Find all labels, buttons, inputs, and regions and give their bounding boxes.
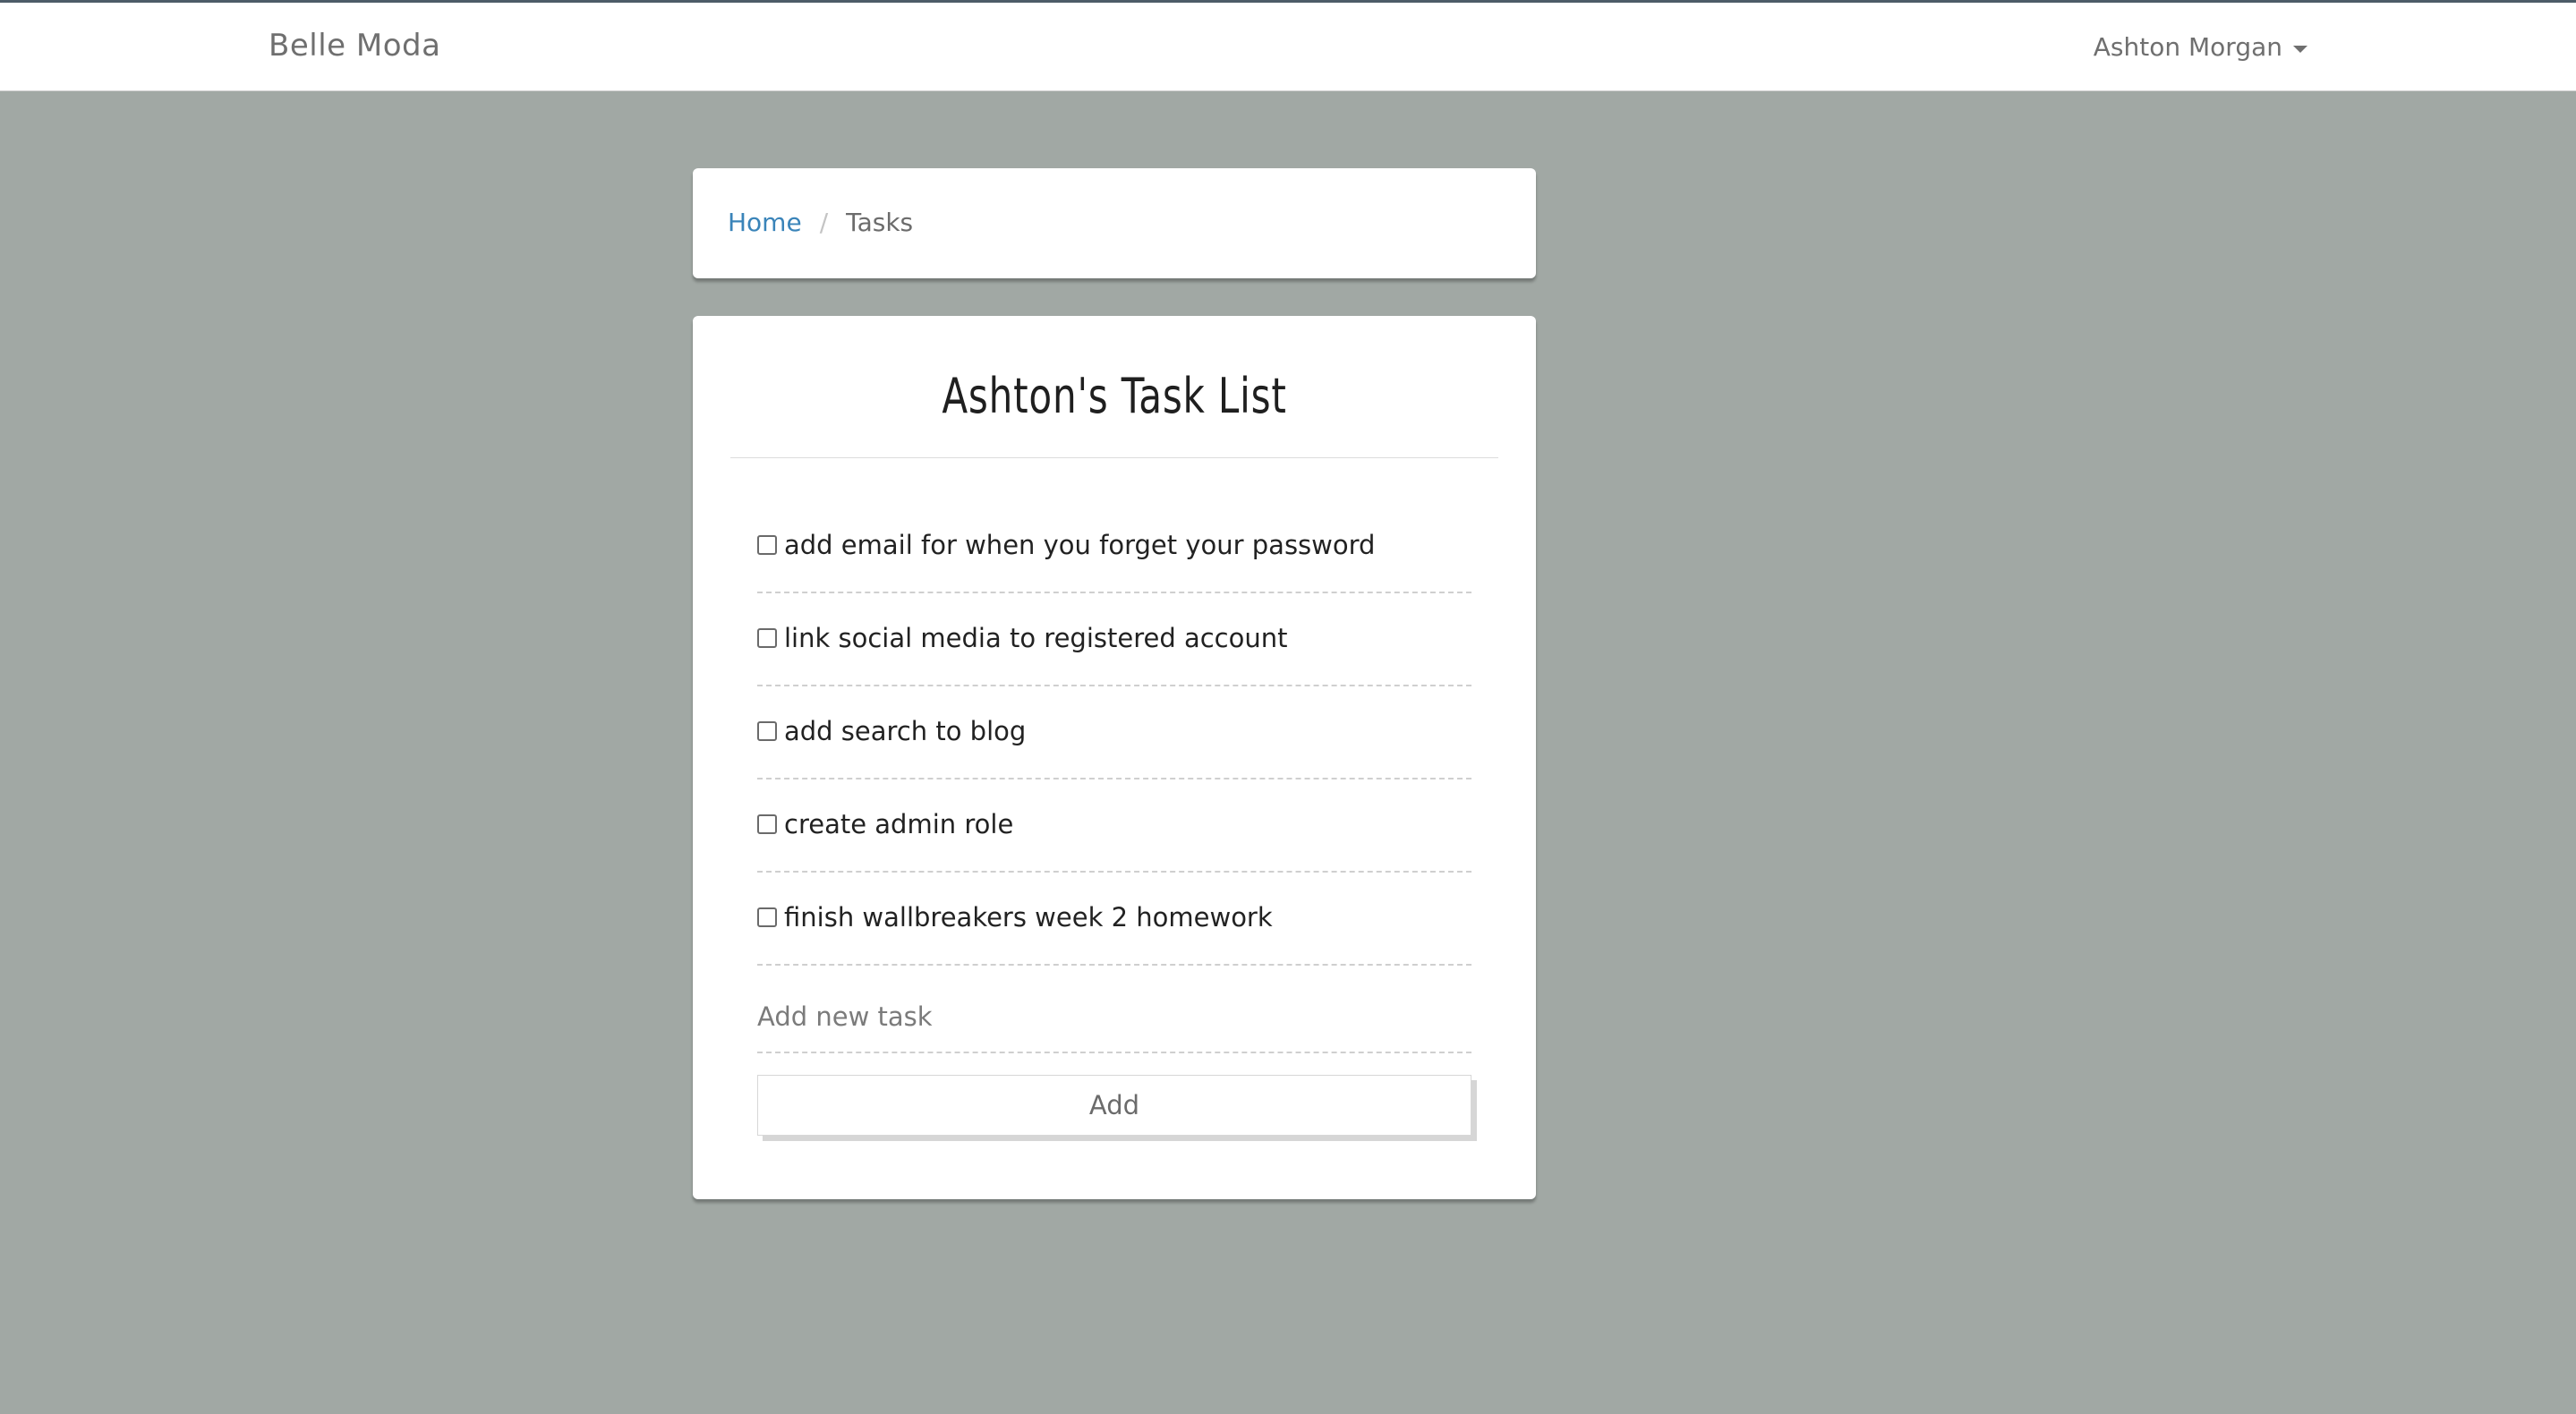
breadcrumb-separator: / [819, 208, 829, 237]
task-label[interactable]: create admin role [757, 809, 1013, 839]
add-task-button[interactable]: Add [757, 1075, 1471, 1136]
breadcrumb-current: Tasks [846, 208, 914, 237]
task-text: add search to blog [784, 716, 1027, 746]
breadcrumb: Home / Tasks [728, 208, 913, 237]
task-checkbox[interactable] [757, 628, 777, 648]
task-checkbox[interactable] [757, 814, 777, 834]
task-item: create admin role [757, 781, 1471, 873]
title-divider [730, 457, 1498, 458]
navbar: Belle Moda Ashton Morgan [0, 3, 2576, 91]
task-item: finish wallbreakers week 2 homework [757, 874, 1471, 966]
caret-down-icon [2293, 45, 2307, 53]
task-label[interactable]: link social media to registered account [757, 623, 1287, 653]
brand-link[interactable]: Belle Moda [269, 28, 440, 64]
task-item: link social media to registered account [757, 595, 1471, 686]
task-text: create admin role [784, 809, 1014, 839]
task-list-title: Ashton's Task List [942, 368, 1287, 424]
breadcrumb-panel: Home / Tasks [693, 168, 1536, 278]
task-checkbox[interactable] [757, 907, 777, 927]
user-menu-dropdown[interactable]: Ashton Morgan [2094, 32, 2307, 62]
task-label[interactable]: finish wallbreakers week 2 homework [757, 902, 1273, 933]
task-label[interactable]: add email for when you forget your passw… [757, 530, 1375, 560]
user-name: Ashton Morgan [2093, 32, 2282, 62]
task-list: add email for when you forget your passw… [757, 502, 1471, 967]
breadcrumb-home-link[interactable]: Home [728, 208, 802, 237]
task-text: link social media to registered account [784, 623, 1288, 653]
task-text: add email for when you forget your passw… [784, 530, 1376, 560]
task-checkbox[interactable] [757, 535, 777, 555]
new-task-input[interactable] [757, 982, 1471, 1053]
task-item: add email for when you forget your passw… [757, 502, 1471, 593]
task-text: finish wallbreakers week 2 homework [784, 902, 1273, 933]
task-label[interactable]: add search to blog [757, 716, 1026, 746]
task-list-panel: Ashton's Task List add email for when yo… [693, 316, 1536, 1199]
task-item: add search to blog [757, 688, 1471, 779]
task-checkbox[interactable] [757, 721, 777, 741]
